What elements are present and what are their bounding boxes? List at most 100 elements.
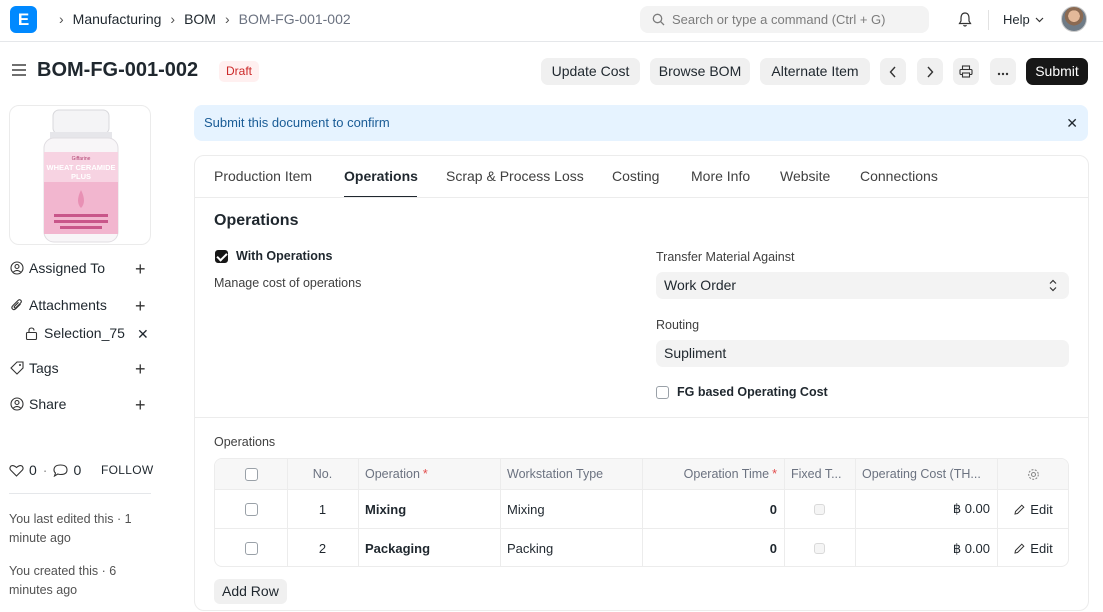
with-operations-description: Manage cost of operations xyxy=(214,276,362,290)
bell-icon[interactable] xyxy=(957,11,973,28)
next-doc-button[interactable] xyxy=(917,58,943,85)
row-checkbox[interactable] xyxy=(244,542,258,555)
likes-comments: 0 · 0 xyxy=(9,462,81,478)
fg-based-operating-cost-label: FG based Operating Cost xyxy=(677,385,828,399)
search-bar[interactable]: Search or type a command (Ctrl + G) xyxy=(640,6,929,33)
chevron-right-icon: › xyxy=(59,11,64,27)
select-all-checkbox[interactable] xyxy=(244,467,258,481)
tab-scrap-process-loss[interactable]: Scrap & Process Loss xyxy=(446,168,584,184)
fixed-time-checkbox[interactable] xyxy=(814,543,825,554)
user-avatar[interactable] xyxy=(1061,6,1087,32)
close-icon[interactable]: ✕ xyxy=(1066,105,1078,141)
row-workstation-type[interactable]: Packing xyxy=(500,529,642,566)
sidebar-toggle-icon[interactable] xyxy=(12,64,26,76)
assigned-to-label: Assigned To xyxy=(29,260,106,276)
row-no: 2 xyxy=(318,541,327,556)
row-operation[interactable]: Mixing xyxy=(358,490,500,528)
attachment-item[interactable]: Selection_75 xyxy=(25,325,125,341)
comments-count: 0 xyxy=(73,462,82,478)
row-operation-time[interactable]: 0 xyxy=(642,529,784,566)
follow-button[interactable]: FOLLOW xyxy=(101,463,153,477)
column-no: No. xyxy=(312,467,333,481)
top-navbar: E › Manufacturing › BOM › BOM-FG-001-002… xyxy=(0,0,1103,42)
previous-doc-button[interactable] xyxy=(880,58,906,85)
tags-row[interactable]: Tags xyxy=(10,360,59,376)
operations-table: No. Operation * Workstation Type Operatio… xyxy=(214,458,1069,567)
fg-based-operating-cost-checkbox[interactable] xyxy=(656,386,669,399)
row-edit-button[interactable]: Edit xyxy=(997,490,1068,528)
ellipsis-icon xyxy=(997,72,1009,76)
tab-more-info[interactable]: More Info xyxy=(691,168,750,184)
heart-icon[interactable] xyxy=(9,464,24,477)
row-select-cell xyxy=(215,529,287,566)
row-operating-cost[interactable]: ฿ 0.00 xyxy=(855,490,997,528)
chevron-down-icon xyxy=(1035,17,1044,22)
row-fixed-time[interactable] xyxy=(784,529,855,566)
tab-costing[interactable]: Costing xyxy=(612,168,659,184)
form-card: Production Item Operations Scrap & Proce… xyxy=(194,155,1089,611)
tab-connections[interactable]: Connections xyxy=(860,168,938,184)
row-edit-button[interactable]: Edit xyxy=(997,529,1068,566)
breadcrumb-manufacturing[interactable]: Manufacturing xyxy=(73,11,162,27)
with-operations-label: With Operations xyxy=(236,249,333,263)
tags-label: Tags xyxy=(29,360,59,376)
table-header: No. Operation * Workstation Type Operatio… xyxy=(215,459,1068,490)
routing-value: Supliment xyxy=(664,345,727,361)
attachments-row[interactable]: Attachments xyxy=(10,297,107,313)
search-placeholder: Search or type a command (Ctrl + G) xyxy=(672,12,886,27)
app-logo[interactable]: E xyxy=(10,6,37,33)
tab-website[interactable]: Website xyxy=(780,168,830,184)
active-tab-indicator xyxy=(344,196,417,197)
add-row-button[interactable]: Add Row xyxy=(214,579,287,604)
submit-button[interactable]: Submit xyxy=(1026,58,1088,85)
add-share-icon[interactable]: + xyxy=(135,396,146,414)
table-row[interactable]: 2 Packaging Packing 0 ฿ 0.00 Edit xyxy=(215,529,1068,566)
page-title: BOM-FG-001-002 xyxy=(37,59,199,81)
browse-bom-button[interactable]: Browse BOM xyxy=(650,58,750,85)
row-workstation-type[interactable]: Mixing xyxy=(500,490,642,528)
section-divider xyxy=(195,417,1088,418)
more-actions-button[interactable] xyxy=(990,58,1016,85)
breadcrumb-current[interactable]: BOM-FG-001-002 xyxy=(239,11,351,27)
remove-attachment-icon[interactable]: ✕ xyxy=(137,326,149,343)
column-settings[interactable] xyxy=(997,459,1068,489)
with-operations-checkbox[interactable] xyxy=(215,250,228,263)
routing-label: Routing xyxy=(656,318,700,332)
navbar-divider xyxy=(988,10,989,30)
alternate-item-button[interactable]: Alternate Item xyxy=(760,58,870,85)
gear-icon xyxy=(1028,468,1039,480)
column-operation: Operation * xyxy=(365,467,428,481)
alert-message: Submit this document to confirm xyxy=(204,115,390,130)
comment-icon[interactable] xyxy=(53,463,69,477)
chevron-right-icon: › xyxy=(170,11,176,27)
table-row[interactable]: 1 Mixing Mixing 0 ฿ 0.00 Edit xyxy=(215,490,1068,529)
routing-input[interactable]: Supliment xyxy=(656,340,1069,367)
update-cost-button[interactable]: Update Cost xyxy=(541,58,640,85)
add-tag-icon[interactable]: + xyxy=(135,360,146,378)
transfer-material-select[interactable]: Work Order xyxy=(656,272,1069,299)
edit-label: Edit xyxy=(1030,541,1053,556)
row-operating-cost[interactable]: ฿ 0.00 xyxy=(855,529,997,566)
operations-table-label: Operations xyxy=(214,435,276,449)
assigned-to-row[interactable]: Assigned To xyxy=(10,260,105,276)
add-assignee-icon[interactable]: + xyxy=(135,260,146,278)
row-checkbox[interactable] xyxy=(244,502,258,516)
row-operation-time[interactable]: 0 xyxy=(642,490,784,528)
sidebar-divider xyxy=(9,493,151,494)
pencil-icon xyxy=(1014,543,1025,554)
add-attachment-icon[interactable]: + xyxy=(135,297,146,315)
help-menu[interactable]: Help xyxy=(1003,12,1044,27)
product-image[interactable]: Giffarine WHEAT CERAMIDE PLUS xyxy=(9,105,151,245)
share-row[interactable]: Share xyxy=(10,396,66,412)
fixed-time-checkbox[interactable] xyxy=(814,503,825,515)
last-edited-note: You last edited this · 1 minute ago xyxy=(9,512,132,545)
breadcrumb-bom[interactable]: BOM xyxy=(184,11,216,27)
user-add-icon xyxy=(10,261,24,275)
tab-operations[interactable]: Operations xyxy=(344,168,418,184)
product-bottle-image: Giffarine WHEAT CERAMIDE PLUS xyxy=(43,109,119,243)
tab-production-item[interactable]: Production Item xyxy=(214,168,312,184)
row-operation[interactable]: Packaging xyxy=(358,529,500,566)
tag-icon xyxy=(10,361,24,375)
print-button[interactable] xyxy=(953,58,979,85)
row-fixed-time[interactable] xyxy=(784,490,855,528)
